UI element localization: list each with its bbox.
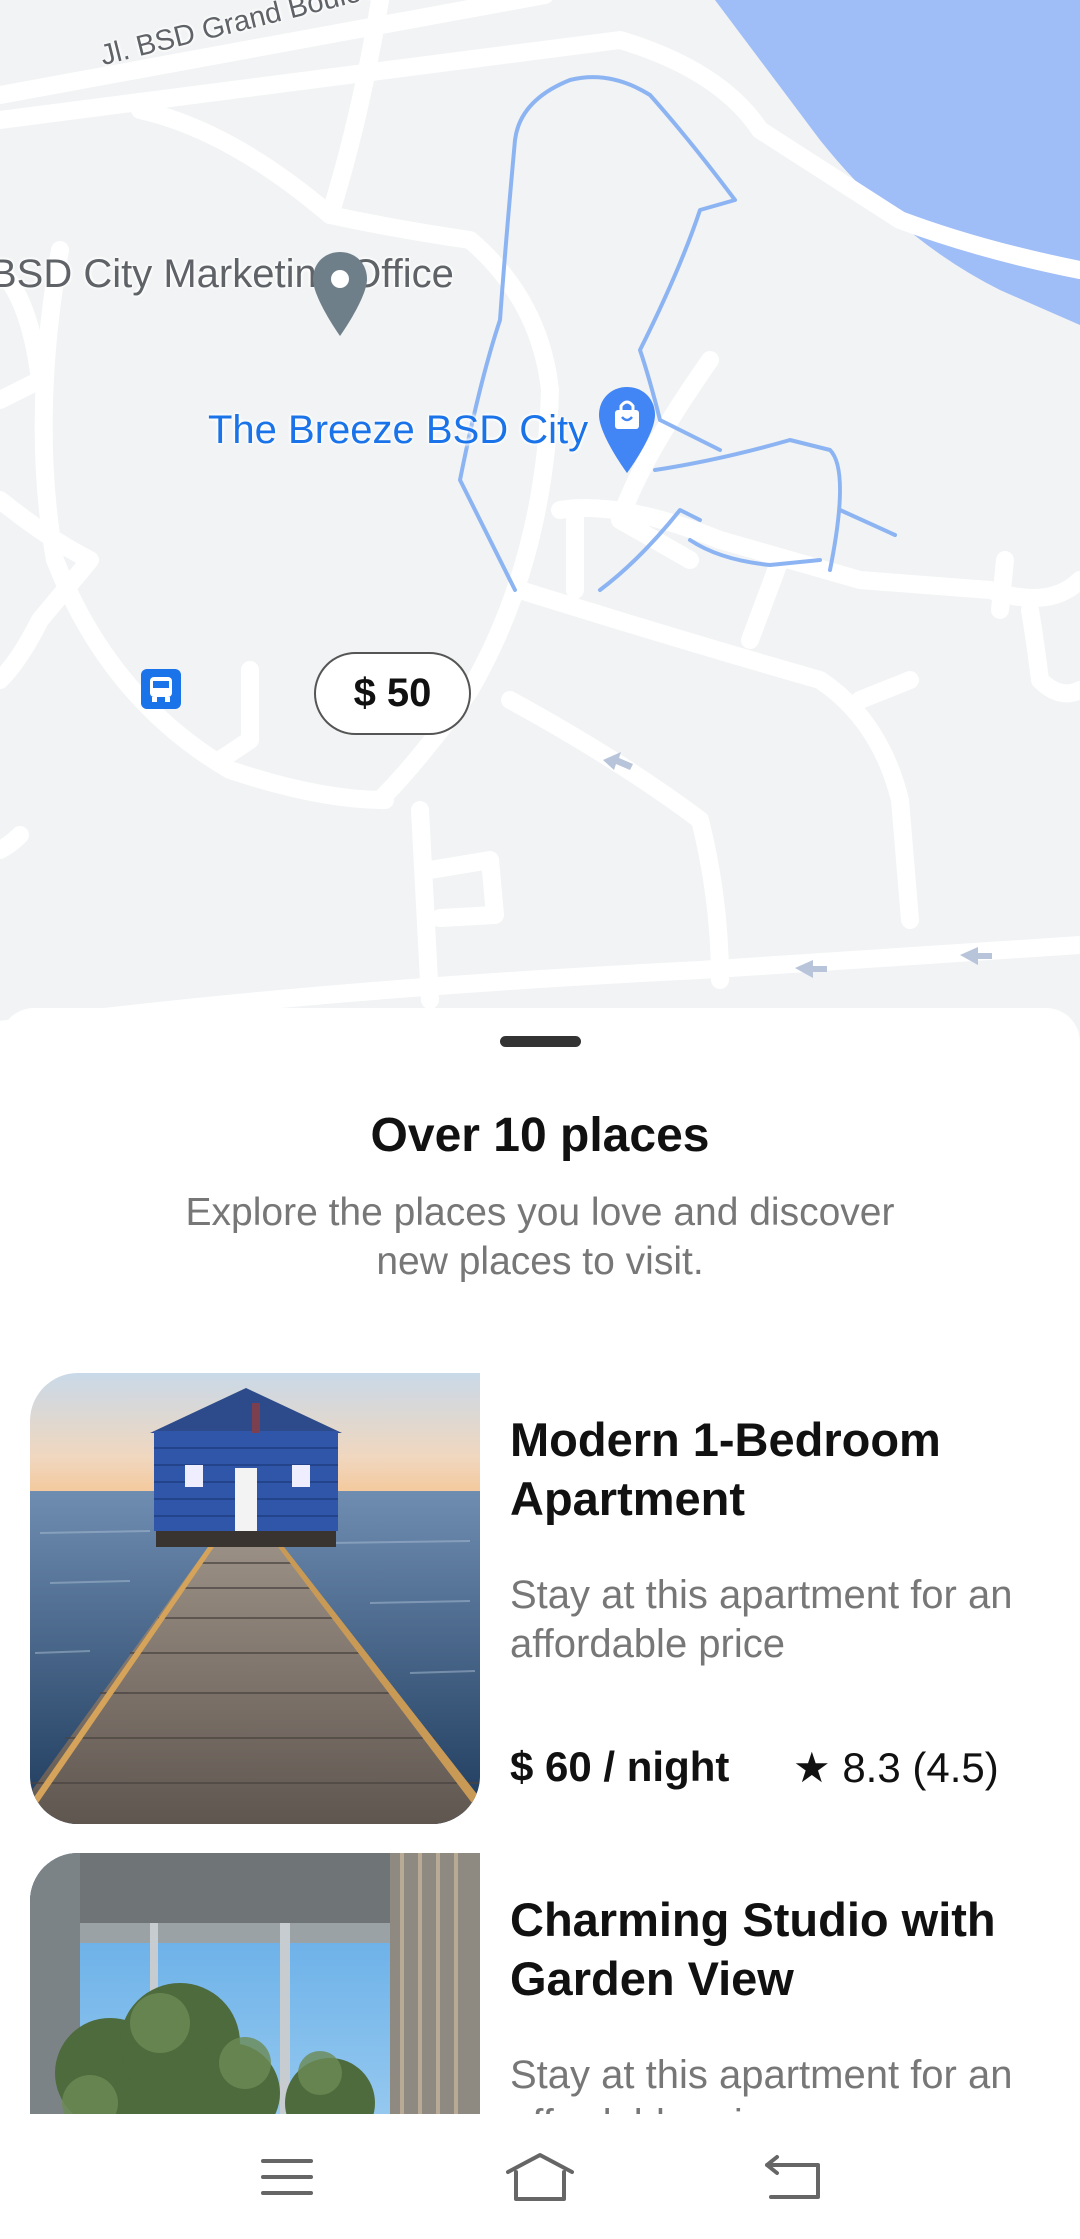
back-icon bbox=[765, 2154, 821, 2199]
listing-description: Stay at this apartment for an affordable… bbox=[510, 1573, 1013, 1666]
shopping-bag-pin-icon[interactable] bbox=[596, 385, 658, 475]
location-pin-icon[interactable] bbox=[310, 250, 370, 340]
mall-label[interactable]: The Breeze BSD City bbox=[208, 408, 588, 453]
back-button[interactable] bbox=[743, 2137, 843, 2217]
app-root: Jl. BSD Grand Boulevard BSD City Marketi… bbox=[0, 0, 1080, 2239]
sheet-subtitle: Explore the places you love and discover… bbox=[185, 1191, 895, 1283]
listing-image-boathouse[interactable] bbox=[30, 1373, 480, 1824]
menu-icon bbox=[260, 2158, 313, 2195]
map-view[interactable]: Jl. BSD Grand Boulevard BSD City Marketi… bbox=[0, 0, 1080, 1040]
marketing-office-label[interactable]: BSD City Marketing Office bbox=[0, 250, 454, 298]
home-icon bbox=[505, 2152, 574, 2201]
menu-button[interactable] bbox=[237, 2137, 337, 2217]
drag-handle[interactable] bbox=[500, 1036, 581, 1047]
listing-card[interactable]: Modern 1-Bedroom Apartment Stay at this … bbox=[30, 1373, 1060, 1824]
listing-title[interactable]: Modern 1-Bedroom Apartment bbox=[510, 1410, 1050, 1528]
bus-stop-icon[interactable] bbox=[141, 669, 181, 709]
listing-rating: ★ 8.3 (4.5) bbox=[793, 1744, 999, 1791]
sheet-title: Over 10 places bbox=[370, 1109, 710, 1162]
bottom-sheet[interactable]: Over 10 places Explore the places you lo… bbox=[0, 1008, 1080, 2239]
home-button[interactable] bbox=[490, 2137, 590, 2217]
listing-title[interactable]: Charming Studio with Garden View bbox=[510, 1890, 1050, 2008]
system-navigation-bar bbox=[0, 2114, 1080, 2239]
map-canvas bbox=[0, 0, 1080, 1039]
price-marker[interactable]: $ 50 bbox=[314, 652, 471, 735]
listing-price: $ 60 / night bbox=[510, 1743, 730, 1790]
